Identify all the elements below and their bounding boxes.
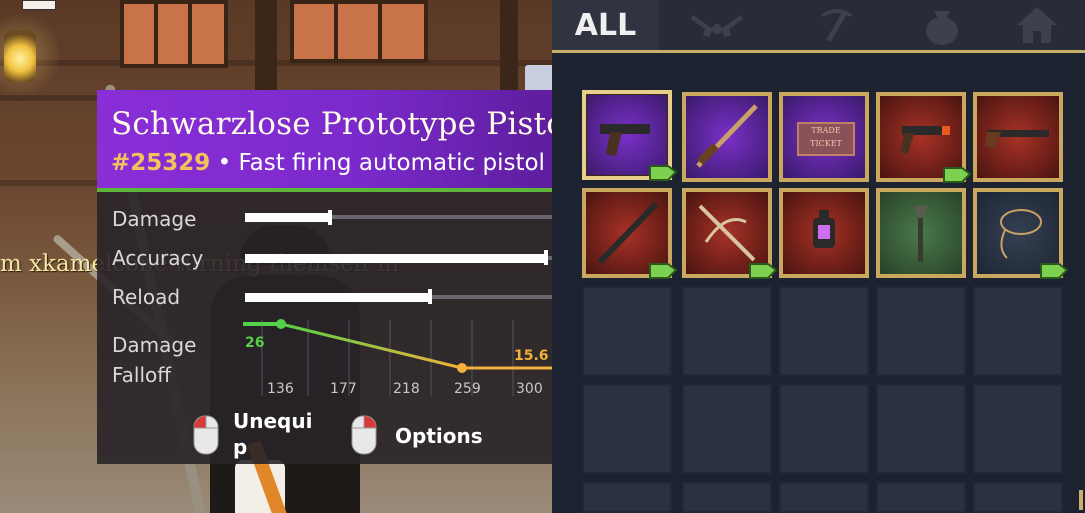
item-name: Schwarzlose Prototype Pistol: [111, 106, 576, 142]
falloff-tick: 177: [330, 381, 357, 397]
empty-inventory-slot[interactable]: [582, 482, 672, 513]
item-tooltip: Schwarzlose Prototype Pistol #25329 • Fa…: [97, 90, 576, 464]
inventory-slot[interactable]: [682, 92, 772, 182]
inventory-slot[interactable]: [973, 188, 1069, 279]
tooltip-header: Schwarzlose Prototype Pistol #25329 • Fa…: [97, 90, 576, 192]
falloff-end-damage: 15.6: [514, 348, 549, 364]
empty-inventory-slot[interactable]: [779, 384, 869, 474]
falloff-start-damage: 26: [245, 335, 264, 351]
falloff-point-end: [457, 363, 467, 373]
inventory-panel: ALL TRADE TICKET: [552, 0, 1085, 513]
empty-inventory-slot[interactable]: [973, 482, 1063, 513]
empty-inventory-slot[interactable]: [582, 384, 672, 474]
crossed-revolvers-icon: [691, 15, 743, 37]
inventory-slot[interactable]: [779, 188, 869, 278]
empty-inventory-slot[interactable]: [973, 286, 1063, 376]
wooden-post: [500, 0, 518, 90]
lantern-icon: [813, 210, 835, 248]
equipped-badge-icon: [943, 167, 972, 183]
item-id: #25329: [111, 150, 211, 176]
tab-all[interactable]: ALL: [552, 0, 659, 50]
options-button[interactable]: Options: [395, 424, 483, 448]
tab-housing[interactable]: [992, 0, 1082, 50]
stat-label-accuracy: Accuracy: [112, 246, 204, 270]
inventory-slot[interactable]: [876, 188, 966, 278]
empty-inventory-slot[interactable]: [876, 384, 966, 474]
building-window: [120, 0, 228, 68]
empty-inventory-slot[interactable]: [779, 482, 869, 513]
stat-bar-reload: [245, 293, 430, 302]
empty-inventory-slot[interactable]: [682, 286, 772, 376]
tab-underline: [552, 50, 1085, 53]
right-mouse-button-icon: [351, 415, 377, 455]
money-bag-icon: [926, 11, 958, 45]
stat-label-damage: Damage: [112, 207, 197, 231]
inventory-slot[interactable]: [973, 92, 1063, 182]
item-description: Fast firing automatic pistol: [238, 150, 545, 176]
tab-guns[interactable]: [672, 0, 762, 50]
house-icon: [1017, 7, 1057, 43]
equipped-badge-icon: [649, 263, 678, 279]
bullet-separator: •: [210, 150, 239, 176]
stat-label-reload: Reload: [112, 285, 181, 309]
equipped-badge-icon: [1040, 263, 1069, 279]
shotgun-icon: [985, 130, 1049, 148]
equipped-badge-icon: [649, 165, 678, 181]
pickaxe-icon: [821, 9, 853, 43]
building-window: [290, 0, 428, 63]
empty-inventory-slot[interactable]: [876, 482, 966, 513]
falloff-tick: 218: [393, 381, 420, 397]
inventory-slot[interactable]: [682, 188, 778, 279]
falloff-tick: 136: [267, 381, 294, 397]
tab-tools[interactable]: [792, 0, 882, 50]
empty-inventory-slot[interactable]: [876, 286, 966, 376]
falloff-label: Damage Falloff: [112, 333, 197, 387]
inventory-slot[interactable]: [876, 92, 972, 183]
empty-inventory-slot[interactable]: [682, 384, 772, 474]
left-mouse-button-icon: [193, 415, 219, 455]
stat-bar-damage: [245, 213, 330, 222]
empty-inventory-slot[interactable]: [973, 384, 1063, 474]
falloff-tick: 259: [454, 381, 481, 397]
lantern-prop: [4, 30, 36, 82]
falloff-point-start: [276, 319, 286, 329]
item-subtitle: #25329 • Fast firing automatic pistol: [111, 150, 545, 176]
inventory-slot[interactable]: [582, 188, 678, 279]
empty-inventory-slot[interactable]: [682, 482, 772, 513]
sign-prop: [22, 0, 56, 10]
damage-falloff-graph: 26 15.6 136 177 218 259 300: [243, 319, 557, 397]
empty-inventory-slot[interactable]: [779, 286, 869, 376]
barrel: [525, 65, 555, 93]
inventory-slot[interactable]: TRADE TICKET: [779, 92, 869, 182]
equipped-badge-icon: [749, 263, 778, 279]
trade-ticket-icon: TRADE TICKET: [797, 122, 855, 156]
inventory-tabs: ALL: [552, 0, 1085, 50]
shovel-icon: [914, 206, 927, 262]
unequip-button[interactable]: Unequi p: [233, 408, 312, 460]
falloff-tick: 300: [516, 381, 543, 397]
inventory-slot[interactable]: [582, 90, 678, 181]
rifle-icon: [696, 104, 758, 168]
tab-valuables[interactable]: [897, 0, 987, 50]
stat-bar-accuracy: [245, 254, 546, 263]
inventory-scrollbar[interactable]: [1079, 490, 1083, 510]
wall-plank: [0, 60, 560, 66]
empty-inventory-slot[interactable]: [582, 286, 672, 376]
